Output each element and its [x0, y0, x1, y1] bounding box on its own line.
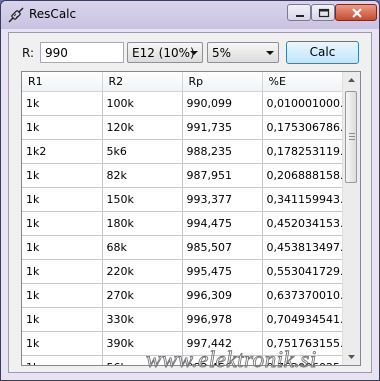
results-table: R1 R2 Rp %E 1k 100k 990,099 0,010001000... 1… [22, 72, 345, 365]
table-cell[interactable]: 100k [102, 91, 183, 116]
table-row[interactable]: 1k 390k 997,442 0,751763155... [22, 331, 345, 356]
table-cell[interactable]: 0,175306786... [262, 115, 345, 140]
table-row[interactable]: 1k 100k 990,099 0,010001000... [22, 91, 345, 116]
column-header-rp[interactable]: Rp [182, 72, 263, 92]
resistance-input[interactable]: 990 [40, 42, 124, 63]
table-cell[interactable]: 120k [102, 115, 183, 140]
close-icon [352, 8, 362, 18]
table-body: 1k 100k 990,099 0,010001000... 1k 120k 991,735… [22, 91, 345, 365]
table-cell[interactable]: 0,637370010... [262, 283, 345, 308]
column-header-error[interactable]: %E [262, 72, 345, 92]
table-cell[interactable]: 1k [22, 307, 103, 332]
table-cell[interactable]: 82k [102, 163, 183, 188]
table-row[interactable]: 1k 220k 995,475 0,553041729... [22, 259, 345, 284]
table-cell[interactable]: 0,751763155... [262, 331, 345, 356]
title-bar[interactable]: ResCalc [1, 1, 379, 29]
table-cell[interactable]: 1k [22, 115, 103, 140]
table-cell[interactable]: 987,951 [182, 163, 263, 188]
scroll-down-icon[interactable] [343, 348, 360, 365]
minimize-button[interactable] [287, 4, 311, 21]
vertical-scrollbar[interactable] [342, 72, 360, 365]
table-cell[interactable]: 0,553041729... [262, 259, 345, 284]
table-cell[interactable]: 0,453813497... [262, 235, 345, 260]
table-cell[interactable]: 1k [22, 283, 103, 308]
column-header-r1[interactable]: R1 [22, 72, 103, 92]
series-select[interactable]: E12 (10%) [127, 42, 203, 63]
column-header-r2[interactable]: R2 [102, 72, 183, 92]
scroll-up-icon[interactable] [343, 72, 360, 89]
table-cell[interactable]: 990,099 [182, 91, 263, 116]
table-cell[interactable]: 994,475 [182, 211, 263, 236]
tolerance-select[interactable]: 5% [207, 42, 279, 63]
tolerance-value: 5% [212, 46, 232, 60]
series-value: E12 (10%) [132, 46, 195, 60]
table-cell[interactable]: 390k [102, 331, 183, 356]
table-row[interactable]: 1k 270k 996,309 0,637370010... [22, 283, 345, 308]
chevron-down-icon [266, 51, 274, 55]
table-cell[interactable]: 270k [102, 283, 183, 308]
maximize-icon [318, 8, 330, 18]
table-row[interactable]: 1k2 5k6 988,235 0,178253119... [22, 139, 345, 164]
table-cell[interactable]: 68k [102, 235, 183, 260]
table-row[interactable]: 1k 68k 985,507 0,453813497... [22, 235, 345, 260]
table-cell[interactable]: 1k [22, 163, 103, 188]
table-cell[interactable]: 991,735 [182, 115, 263, 140]
table-cell[interactable]: 985,507 [182, 235, 263, 260]
table-row[interactable]: 1k 180k 994,475 0,452034153... [22, 211, 345, 236]
table-row[interactable]: 1k 150k 993,377 0,341159943... [22, 187, 345, 212]
table-cell[interactable]: 1k [22, 355, 103, 365]
client-area: R: 990 E12 (10%) 5% Calc R1 R2 Rp %E 1k … [8, 32, 372, 373]
table-cell[interactable]: 0,206888158... [262, 163, 345, 188]
table-cell[interactable]: 1k [22, 211, 103, 236]
table-cell[interactable]: 0,452034153... [262, 211, 345, 236]
table-cell[interactable]: 993,377 [182, 187, 263, 212]
table-cell[interactable]: 0,010001000... [262, 91, 345, 116]
table-cell[interactable]: 997,442 [182, 331, 263, 356]
maximize-button[interactable] [311, 4, 335, 21]
calc-button[interactable]: Calc [286, 41, 359, 64]
table-cell[interactable]: 5k6 [102, 139, 183, 164]
table-row[interactable]: 1k 82k 987,951 0,206888158... [22, 163, 345, 188]
header-row: R1 R2 Rp %E [22, 72, 345, 92]
window-title: ResCalc [29, 7, 77, 21]
table-cell[interactable]: 996,309 [182, 283, 263, 308]
table-row[interactable]: 1k 330k 996,978 0,704934541... [22, 307, 345, 332]
r-label: R: [22, 46, 35, 60]
table-cell[interactable]: 996,978 [182, 307, 263, 332]
table-cell[interactable]: 1k [22, 235, 103, 260]
table-cell[interactable]: 1k [22, 187, 103, 212]
table-cell[interactable]: 1k [22, 331, 103, 356]
table-cell[interactable]: 56k [102, 355, 183, 365]
table-cell[interactable]: 982,456 [182, 355, 263, 365]
table-cell[interactable]: 330k [102, 307, 183, 332]
table-cell[interactable]: 0,178253119... [262, 139, 345, 164]
minimize-icon [296, 15, 304, 17]
close-button[interactable] [335, 4, 377, 21]
table-cell[interactable]: 988,235 [182, 139, 263, 164]
table-row[interactable]: 1k56k982,4560,762006025... [22, 355, 345, 365]
table-cell[interactable]: 0,762006025... [262, 355, 345, 365]
table-cell[interactable]: 1k [22, 91, 103, 116]
table-cell[interactable]: 150k [102, 187, 183, 212]
table-cell[interactable]: 1k2 [22, 139, 103, 164]
resistor-icon [8, 7, 24, 23]
rescalc-window: ResCalc R: 990 E12 (10%) 5% Calc R1 R2 R… [0, 0, 380, 381]
table-cell[interactable]: 0,341159943... [262, 187, 345, 212]
scrollbar-thumb[interactable] [345, 91, 357, 183]
chevron-down-icon [190, 51, 198, 55]
table-cell[interactable]: 180k [102, 211, 183, 236]
table-cell[interactable]: 0,704934541... [262, 307, 345, 332]
table-cell[interactable]: 995,475 [182, 259, 263, 284]
table-cell[interactable]: 1k [22, 259, 103, 284]
results-grid[interactable]: R1 R2 Rp %E 1k 100k 990,099 0,010001000... 1… [21, 71, 361, 366]
table-row[interactable]: 1k 120k 991,735 0,175306786... [22, 115, 345, 140]
table-cell[interactable]: 220k [102, 259, 183, 284]
